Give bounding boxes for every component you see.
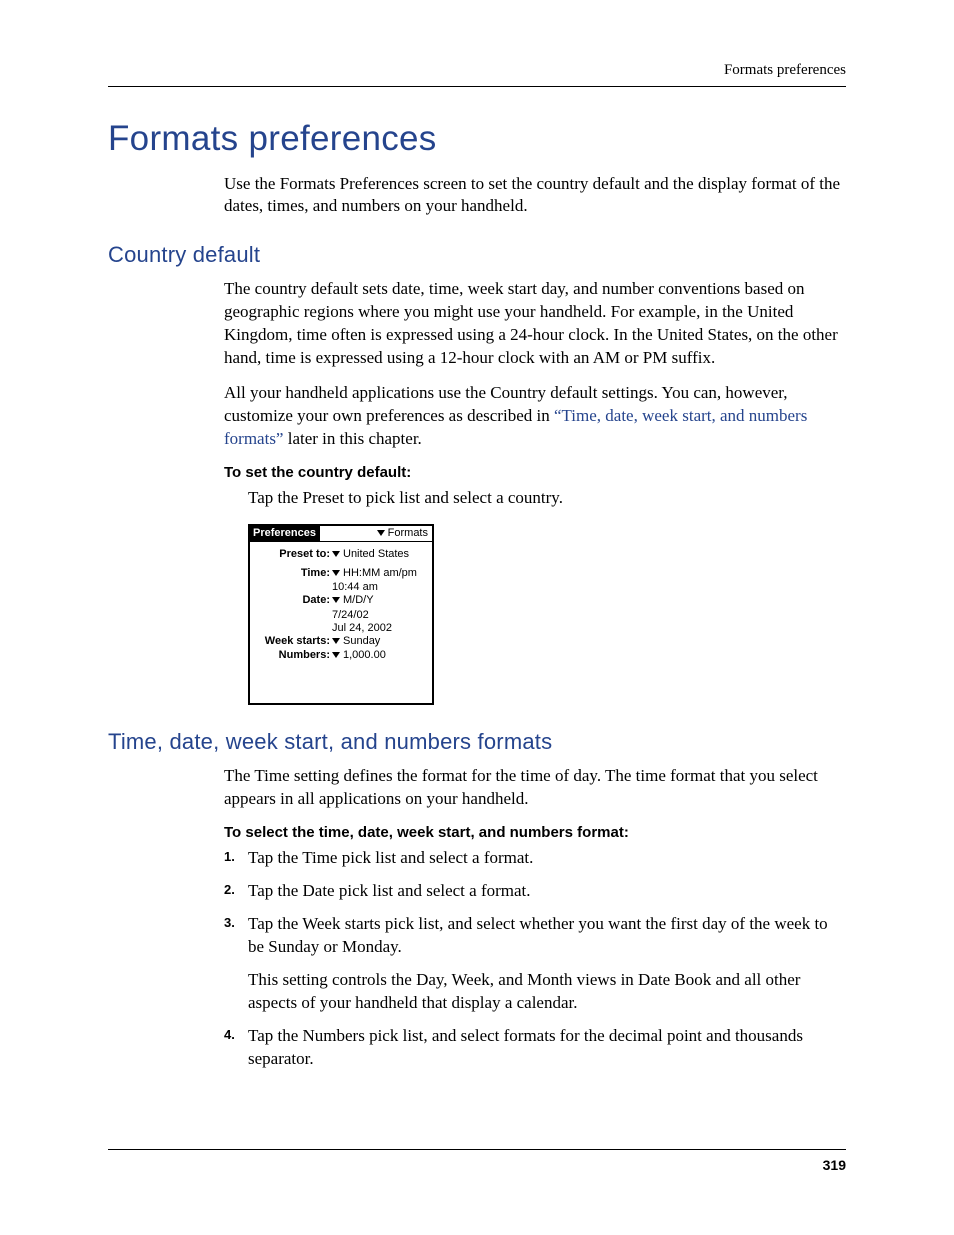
country-default-p1: The country default sets date, time, wee… [224, 278, 846, 370]
palm-label-numbers: Numbers: [256, 649, 332, 662]
figure-formats-preferences-screen: Preferences Formats Preset to: United St… [248, 524, 846, 706]
palm-category-picker[interactable]: Formats [375, 526, 432, 541]
dropdown-triangle-icon [377, 530, 385, 536]
palm-label-date: Date: [256, 594, 332, 607]
formats-intro: The Time setting defines the format for … [224, 765, 846, 811]
palm-value-weekstarts: Sunday [343, 635, 380, 647]
palm-example-time: 10:44 am [332, 581, 426, 594]
palm-label-weekstarts: Week starts: [256, 635, 332, 648]
palm-row-weekstarts: Week starts: Sunday [256, 635, 426, 648]
palm-row-date: Date: M/D/Y [256, 594, 426, 607]
step-3-note: This setting controls the Day, Week, and… [248, 969, 846, 1015]
country-default-p2: All your handheld applications use the C… [224, 382, 846, 451]
palm-titlebar: Preferences Formats [250, 526, 432, 542]
palm-row-preset: Preset to: United States [256, 548, 426, 561]
palm-picker-weekstarts[interactable]: Sunday [332, 635, 426, 648]
palm-label-preset: Preset to: [256, 548, 332, 561]
palm-picker-numbers[interactable]: 1,000.00 [332, 649, 426, 662]
page-number: 319 [108, 1156, 846, 1175]
task-heading-select-formats: To select the time, date, week start, an… [224, 823, 846, 843]
step-2-number: 2. [224, 881, 235, 899]
palm-title-spacer [320, 526, 375, 541]
dropdown-triangle-icon [332, 652, 340, 658]
section-intro-block: Use the Formats Preferences screen to se… [224, 173, 846, 219]
palm-example-date-long: Jul 24, 2002 [332, 622, 426, 635]
task-step-set-country-default: Tap the Preset to pick list and select a… [248, 487, 846, 510]
dropdown-triangle-icon [332, 570, 340, 576]
step-4: 4. Tap the Numbers pick list, and select… [224, 1025, 846, 1071]
step-1-number: 1. [224, 848, 235, 866]
palm-title-tab: Preferences [250, 526, 320, 541]
palm-value-time: HH:MM am/pm [343, 567, 417, 579]
steps-list: 1. Tap the Time pick list and select a f… [224, 847, 846, 1071]
section-intro-text: Use the Formats Preferences screen to se… [224, 173, 846, 219]
footer-rule [108, 1149, 846, 1150]
palm-screen: Preferences Formats Preset to: United St… [248, 524, 434, 706]
palm-row-time: Time: HH:MM am/pm [256, 567, 426, 580]
step-1-text: Tap the Time pick list and select a form… [248, 847, 846, 870]
palm-picker-time[interactable]: HH:MM am/pm [332, 567, 426, 580]
palm-value-date: M/D/Y [343, 594, 374, 606]
task-heading-set-country-default: To set the country default: [224, 463, 846, 483]
step-2-text: Tap the Date pick list and select a form… [248, 880, 846, 903]
dropdown-triangle-icon [332, 597, 340, 603]
step-3: 3. Tap the Week starts pick list, and se… [224, 913, 846, 1015]
subsection-heading-time-date-formats: Time, date, week start, and numbers form… [108, 727, 846, 757]
country-default-p2-b: later in this chapter. [283, 429, 421, 448]
palm-value-preset: United States [343, 548, 409, 560]
formats-body: The Time setting defines the format for … [224, 765, 846, 1071]
dropdown-triangle-icon [332, 638, 340, 644]
step-2: 2. Tap the Date pick list and select a f… [224, 880, 846, 903]
subsection-heading-country-default: Country default [108, 240, 846, 270]
dropdown-triangle-icon [332, 551, 340, 557]
section-heading-formats-preferences: Formats preferences [108, 115, 846, 162]
palm-category-label: Formats [388, 527, 428, 540]
step-1: 1. Tap the Time pick list and select a f… [224, 847, 846, 870]
palm-picker-preset[interactable]: United States [332, 548, 426, 561]
palm-example-date-short: 7/24/02 [332, 609, 426, 622]
palm-body: Preset to: United States Time: HH:MM am/… [250, 542, 432, 666]
step-4-text: Tap the Numbers pick list, and select fo… [248, 1025, 846, 1071]
page-footer: 319 [108, 1149, 846, 1175]
running-header: Formats preferences [108, 60, 846, 80]
header-rule [108, 86, 846, 87]
step-4-number: 4. [224, 1026, 235, 1044]
palm-row-numbers: Numbers: 1,000.00 [256, 649, 426, 662]
palm-value-numbers: 1,000.00 [343, 649, 386, 661]
step-3-text: Tap the Week starts pick list, and selec… [248, 913, 846, 959]
palm-picker-date[interactable]: M/D/Y [332, 594, 426, 607]
palm-label-time: Time: [256, 567, 332, 580]
country-default-body: The country default sets date, time, wee… [224, 278, 846, 705]
page: Formats preferences Formats preferences … [0, 0, 954, 1235]
step-3-number: 3. [224, 914, 235, 932]
